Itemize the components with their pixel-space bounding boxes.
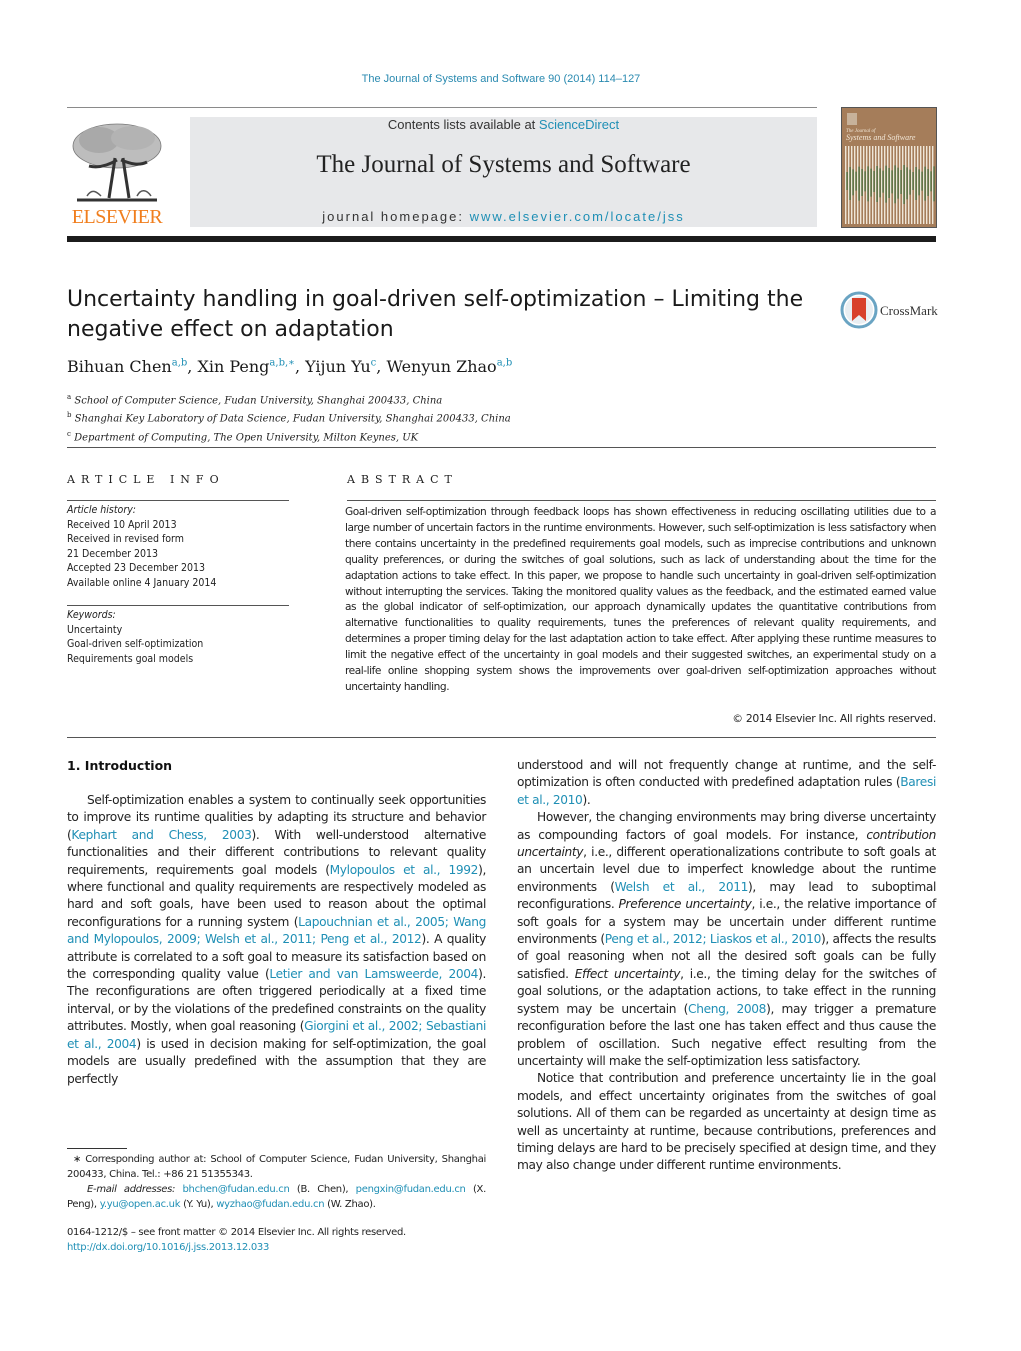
email-owner: (Y. Yu), [183,1199,214,1210]
history-item: Received 10 April 2013 [67,518,177,531]
abstract-copyright: © 2014 Elsevier Inc. All rights reserved… [732,712,936,725]
keyword: Goal-driven self-optimization [67,638,204,650]
email-addresses: E-mail addresses: bhchen@fudan.edu.cn (B… [67,1182,486,1212]
affiliation-key: c [67,429,71,438]
author-list: Bihuan Chena,b, Xin Penga,b,∗, Yijun Yuc… [67,357,513,376]
citation-link[interactable]: Welsh et al., 2011 [615,880,749,894]
journal-citation[interactable]: The Journal of Systems and Software 90 (… [0,73,1002,85]
affiliation: c Department of Computing, The Open Univ… [67,427,511,445]
sciencedirect-link[interactable]: ScienceDirect [539,117,619,132]
body-column-left: Self-optimization enables a system to co… [67,792,486,1088]
front-matter: 0164-1212/$ – see front matter © 2014 El… [67,1225,406,1255]
text-run: Notice that contribution and preference … [517,1071,936,1173]
contents-prefix: Contents lists available at [387,117,539,132]
history-item: Received in revised form [67,533,184,545]
citation-link[interactable]: Cheng, 2008 [688,1002,766,1016]
history-label: Article history: [67,504,136,516]
paragraph: understood and will not frequently chang… [517,757,936,809]
affiliation-key: a [67,393,72,401]
author: Xin Penga,b,∗ [197,357,295,376]
text-run: understood and will not frequently chang… [517,758,936,790]
author-name: Bihuan Chen [67,357,172,376]
email-owner: (W. Zhao). [327,1199,376,1210]
author-affiliation-sup[interactable]: a,b [172,358,188,369]
emphasized-term: Preference uncertainty [618,897,752,912]
author-name: Xin Peng [197,357,270,376]
article-info-heading: ARTICLE INFO [67,473,225,486]
author: Wenyun Zhaoa,b [386,357,512,376]
paragraph: Self-optimization enables a system to co… [67,792,486,1088]
author-name: Wenyun Zhao [386,357,497,376]
history-item: 21 December 2013 [67,547,159,560]
affiliation-text: School of Computer Science, Fudan Univer… [74,395,443,407]
corresponding-author-footnote: ∗ Corresponding author at: School of Com… [67,1152,486,1212]
citation-link[interactable]: Mylopoulos et al., 1992 [330,863,479,877]
author-name: Yijun Yu [305,357,371,376]
text-run: ). [582,792,591,807]
divider [67,605,289,606]
author: Yijun Yuc [305,357,376,376]
journal-cover-thumbnail[interactable]: The Journal of Systems and Software [841,107,937,228]
affiliation-text: Shanghai Key Laboratory of Data Science,… [74,413,511,425]
svg-text:Systems and Software: Systems and Software [846,133,916,142]
keyword: Uncertainty [67,623,123,636]
email-link[interactable]: wyzhao@fudan.edu.cn [216,1199,324,1210]
homepage-line: journal homepage: www.elsevier.com/locat… [190,209,817,224]
section-heading-introduction: 1. Introduction [67,758,173,773]
author: Bihuan Chena,b [67,357,187,376]
keywords-label: Keywords: [67,609,116,621]
abstract-text: Goal-driven self-optimization through fe… [345,506,936,693]
abstract-heading: ABSTRACT [347,473,458,486]
divider [347,500,936,501]
elsevier-wordmark: ELSEVIER [71,206,163,228]
author-affiliation-sup[interactable]: c [371,358,377,369]
citation-link[interactable]: Peng et al., 2012; Liaskos et al., 2010 [605,932,822,946]
paragraph: However, the changing environments may b… [517,809,936,1070]
email-owner: (B. Chen), [296,1184,349,1195]
paper-title: Uncertainty handling in goal-driven self… [67,287,804,342]
crossmark-label[interactable]: CrossMark [880,303,938,319]
affiliations: a School of Computer Science, Fudan Univ… [67,390,511,445]
citation-link[interactable]: Letier and van Lamsweerde, 2004 [269,967,478,981]
emphasized-term: Effect uncertainty [574,966,681,981]
article-history: Article history: Received 10 April 2013 … [67,503,216,590]
doi-link[interactable]: http://dx.doi.org/10.1016/j.jss.2013.12.… [67,1240,406,1255]
author-affiliation-sup[interactable]: a,b [497,358,513,369]
contents-line: Contents lists available at ScienceDirec… [190,117,817,132]
email-link[interactable]: bhchen@fudan.edu.cn [182,1184,289,1195]
history-item: Available online 4 January 2014 [67,576,217,589]
email-link[interactable]: pengxin@fudan.edu.cn [356,1184,466,1195]
email-label: E-mail addresses: [87,1184,176,1195]
journal-header-band: Contents lists available at ScienceDirec… [190,117,817,227]
keyword: Requirements goal models [67,652,194,665]
affiliation-key: b [67,411,72,420]
affiliation: a School of Computer Science, Fudan Univ… [67,390,511,408]
keywords: Keywords: Uncertainty Goal-driven self-o… [67,608,203,666]
header-thick-rule [67,236,936,242]
journal-homepage-link[interactable]: www.elsevier.com/locate/jss [470,209,685,224]
divider [67,500,289,501]
citation-link[interactable]: Kephart and Chess, 2003 [71,828,251,842]
divider [67,737,936,738]
body-column-right: understood and will not frequently chang… [517,757,936,1175]
footnote-rule [67,1148,127,1149]
corresponding-author-note: ∗ Corresponding author at: School of Com… [67,1154,486,1180]
header-rule [67,107,817,108]
affiliation: b Shanghai Key Laboratory of Data Scienc… [67,408,511,426]
divider [67,447,936,448]
author-affiliation-sup[interactable]: a,b,∗ [269,358,295,369]
paragraph: Notice that contribution and preference … [517,1070,936,1174]
affiliation-text: Department of Computing, The Open Univer… [74,431,419,443]
crossmark-icon [840,291,878,329]
email-link[interactable]: y.yu@open.ac.uk [100,1199,181,1210]
issn-line: 0164-1212/$ – see front matter © 2014 El… [67,1227,406,1238]
homepage-prefix: journal homepage: [322,209,470,224]
history-item: Accepted 23 December 2013 [67,562,206,574]
journal-title: The Journal of Systems and Software [316,151,691,178]
